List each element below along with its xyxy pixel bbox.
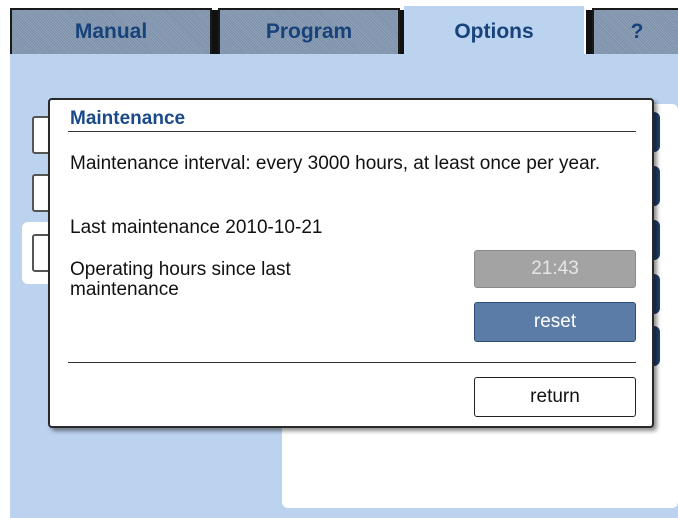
operating-hours-label: Operating hours since last maintenance	[70, 259, 291, 300]
tab-manual[interactable]: Manual	[10, 8, 218, 56]
tab-divider	[586, 10, 592, 56]
tab-program[interactable]: Program	[218, 8, 406, 56]
operating-hours-value: 21:43	[474, 250, 636, 288]
last-maintenance-text: Last maintenance 2010-10-21	[70, 217, 323, 238]
return-button[interactable]: return	[474, 377, 636, 417]
tab-options[interactable]: Options	[404, 6, 584, 56]
tab-options-label: Options	[454, 20, 534, 43]
tab-help-label: ?	[630, 20, 644, 43]
tab-manual-label: Manual	[74, 20, 148, 43]
maintenance-dialog: Maintenance Maintenance interval: every …	[48, 98, 654, 428]
reset-button[interactable]: reset	[474, 302, 636, 342]
footer-divider	[68, 362, 636, 363]
tab-help[interactable]: ?	[586, 8, 678, 56]
tab-program-label: Program	[265, 20, 353, 43]
tab-bar: Manual Program Options ?	[0, 0, 678, 56]
dialog-title: Maintenance	[70, 108, 186, 129]
title-divider	[68, 131, 636, 132]
maintenance-interval-text: Maintenance interval: every 3000 hours, …	[70, 153, 601, 174]
